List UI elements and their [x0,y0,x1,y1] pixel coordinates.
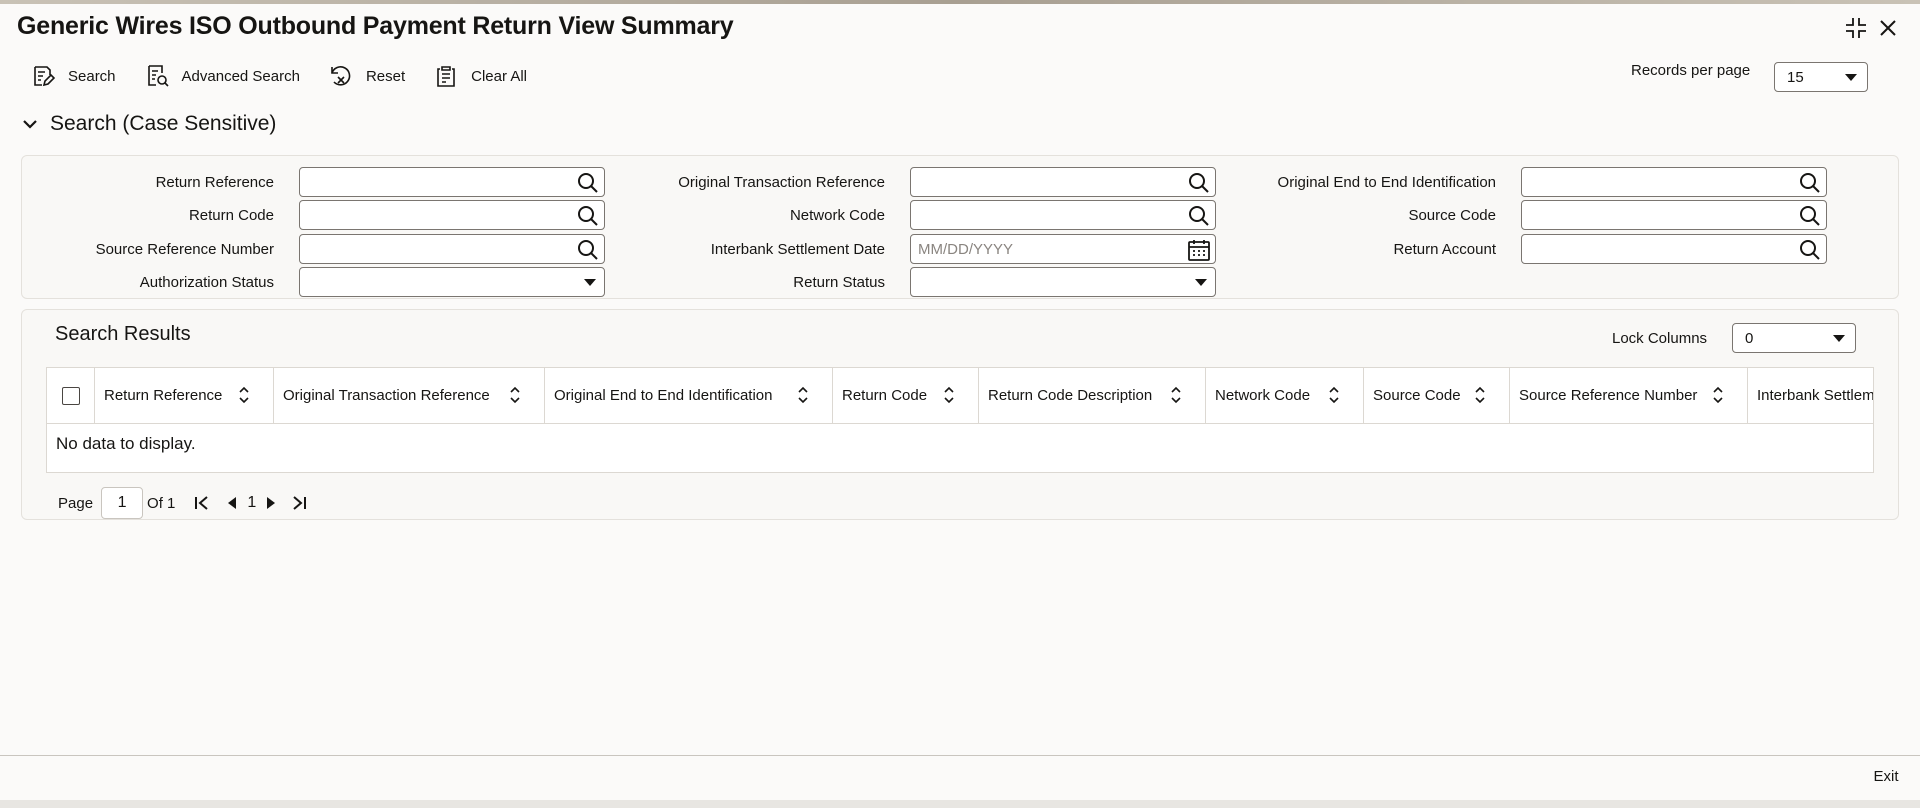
records-per-page-value: 15 [1787,68,1804,86]
page-number-value: 1 [117,494,127,511]
source-code-label: Source Code [1408,207,1496,224]
source-code-field[interactable] [1521,200,1827,230]
search-button-label: Search [68,67,116,85]
column-header-label: Return Code [842,387,928,404]
sort-icon[interactable] [942,385,956,405]
magnifier-icon[interactable] [1798,238,1822,262]
column-header-source-reference-number[interactable]: Source Reference Number [1510,368,1748,423]
return-status-select[interactable] [910,267,1216,297]
reset-button[interactable]: Reset [328,63,405,89]
column-header-label: Source Code [1373,387,1461,404]
page-number-input[interactable]: 1 [101,487,144,519]
table-header: Return Reference Original Transaction Re… [47,368,1874,424]
clear-all-label: Clear All [471,67,527,85]
next-page-icon[interactable] [260,492,282,514]
chevron-down-icon [1845,74,1857,81]
source-reference-number-label: Source Reference Number [95,241,274,258]
interbank-settlement-date-field[interactable]: MM/DD/YYYY [910,234,1216,264]
column-header-label: Source Reference Number [1519,387,1698,404]
of-pages-label: Of 1 [147,494,176,512]
return-code-label: Return Code [188,207,274,224]
original-transaction-reference-field[interactable] [910,167,1216,197]
select-all-column [47,368,95,423]
pagination: Page 1 Of 1 1 [58,486,310,520]
chevron-down-icon [1195,279,1207,286]
first-page-icon[interactable] [191,492,213,514]
search-results-title: Search Results [55,323,191,345]
lock-columns-value: 0 [1745,329,1754,347]
search-button[interactable]: Search [30,63,116,89]
column-header-label: Original End to End Identification [554,387,773,404]
return-account-field[interactable] [1521,234,1827,264]
bottom-strip [0,800,1920,808]
date-placeholder: MM/DD/YYYY [918,241,1014,258]
sort-icon[interactable] [1473,385,1487,405]
return-status-label: Return Status [793,274,885,291]
column-header-label: Return Reference [104,387,223,404]
lock-columns-label: Lock Columns [1612,330,1708,347]
sort-icon[interactable] [796,385,810,405]
clear-all-button[interactable]: Clear All [433,63,527,89]
interbank-settlement-date-label: Interbank Settlement Date [710,241,885,258]
clear-all-icon [433,63,459,89]
advanced-search-button[interactable]: Advanced Search [144,63,300,89]
search-section-toggle[interactable]: Search (Case Sensitive) [20,112,276,136]
column-header-interbank-settlement-date[interactable]: Interbank Settlem [1748,368,1874,423]
search-section-title: Search (Case Sensitive) [50,112,277,135]
column-header-label: Return Code Description [988,387,1153,404]
network-code-field[interactable] [910,200,1216,230]
column-header-label: Interbank Settlem [1757,387,1874,404]
page-link-1[interactable]: 1 [247,494,256,512]
select-all-checkbox[interactable] [62,387,80,405]
page-title: Generic Wires ISO Outbound Payment Retur… [17,12,734,40]
sort-icon[interactable] [1711,385,1725,405]
close-icon[interactable] [1874,14,1902,42]
search-form-icon [30,63,56,89]
return-account-label: Return Account [1393,241,1496,258]
empty-table-message: No data to display. [56,434,196,453]
column-header-return-reference[interactable]: Return Reference [95,368,274,423]
reset-label: Reset [365,67,406,85]
column-header-original-end-to-end-identification[interactable]: Original End to End Identification [545,368,833,423]
column-header-label: Original Transaction Reference [283,387,490,404]
reset-icon [328,63,354,89]
toolbar: Search Advanced Search Reset Clear All [30,58,555,94]
column-header-return-code[interactable]: Return Code [833,368,979,423]
sort-icon[interactable] [1327,385,1341,405]
records-per-page-label: Records per page [1631,62,1751,79]
lock-columns-select[interactable]: 0 [1732,323,1856,353]
column-header-return-code-description[interactable]: Return Code Description [979,368,1206,423]
authorization-status-label: Authorization Status [139,274,274,291]
page-label: Page [58,494,94,512]
previous-page-icon[interactable] [221,492,243,514]
advanced-search-icon [144,63,170,89]
exit-button[interactable]: Exit [1858,763,1914,789]
sort-icon[interactable] [508,385,522,405]
results-table: Return Reference Original Transaction Re… [46,367,1874,473]
window-header: Generic Wires ISO Outbound Payment Retur… [0,4,1920,48]
network-code-label: Network Code [789,207,885,224]
magnifier-icon[interactable] [1798,171,1822,195]
column-header-network-code[interactable]: Network Code [1206,368,1364,423]
last-page-icon[interactable] [288,492,310,514]
chevron-down-icon [1833,335,1845,342]
footer-divider [0,755,1920,756]
column-header-label: Network Code [1215,387,1311,404]
advanced-search-label: Advanced Search [181,67,300,85]
collapse-icon[interactable] [1842,14,1870,42]
magnifier-icon[interactable] [1798,204,1822,228]
column-header-source-code[interactable]: Source Code [1364,368,1510,423]
sort-icon[interactable] [237,385,251,405]
return-reference-label: Return Reference [155,174,274,191]
column-header-original-transaction-reference[interactable]: Original Transaction Reference [274,368,545,423]
original-end-to-end-identification-field[interactable] [1521,167,1827,197]
records-per-page-select[interactable]: 15 [1774,62,1868,92]
exit-button-label: Exit [1873,767,1899,785]
sort-icon[interactable] [1169,385,1183,405]
chevron-down-icon [23,120,37,129]
original-transaction-reference-label: Original Transaction Reference [678,174,885,191]
original-end-to-end-identification-label: Original End to End Identification [1277,174,1496,191]
